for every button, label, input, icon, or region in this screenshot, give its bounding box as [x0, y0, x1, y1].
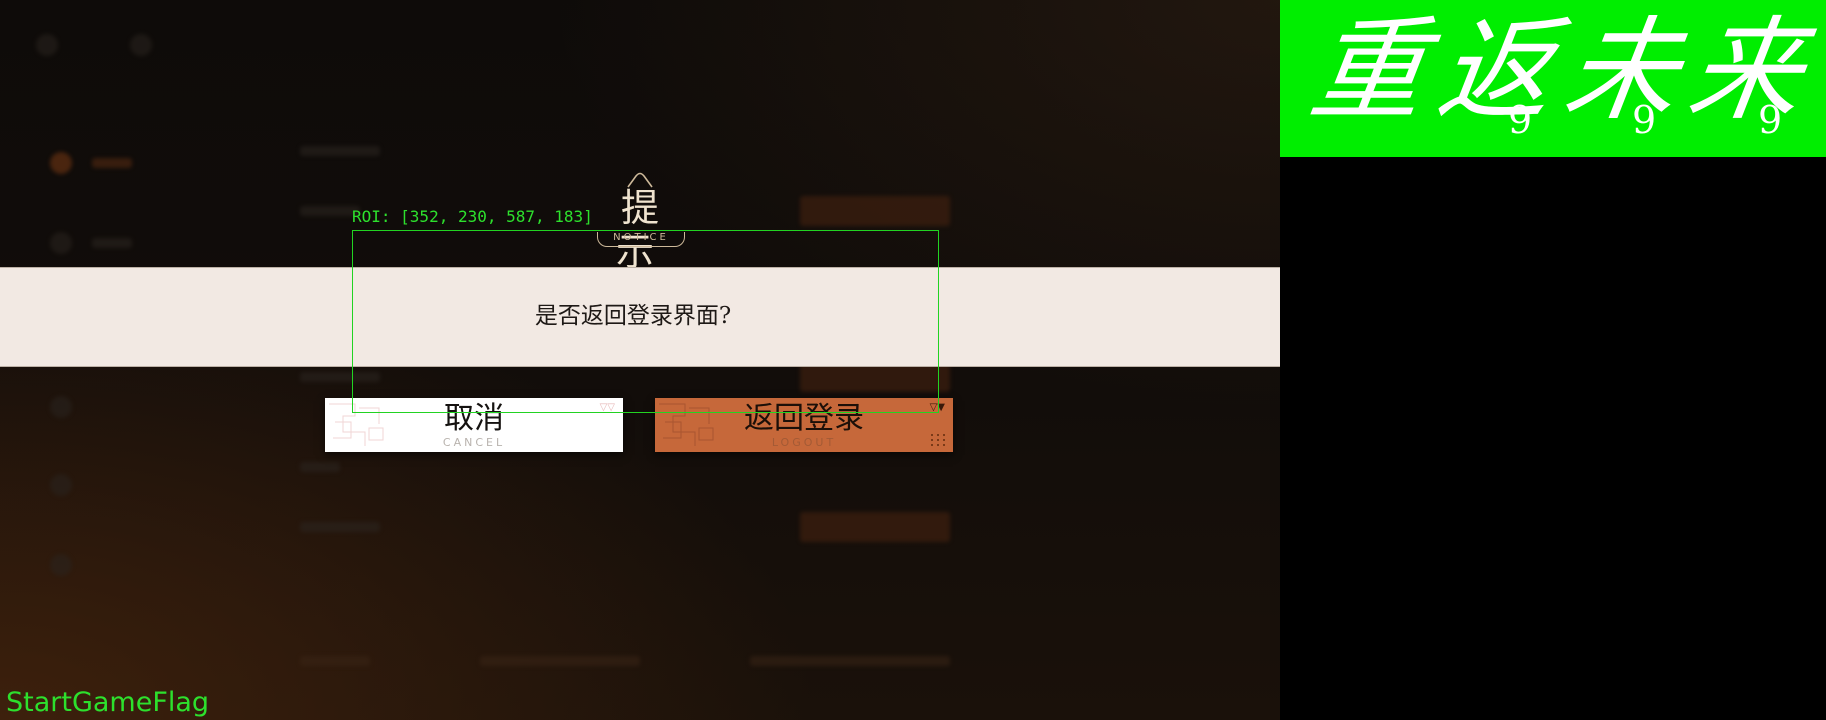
footer-link	[480, 656, 640, 666]
settings-row-button	[800, 196, 950, 226]
sidebar-item-label	[92, 238, 132, 248]
footer-link	[300, 656, 370, 666]
back-icon	[36, 34, 58, 56]
start-game-flag-label: StartGameFlag	[6, 687, 210, 718]
roi-debug-label: ROI: [352, 230, 587, 183]	[352, 207, 593, 226]
logo-glyph: 重	[1302, 6, 1434, 136]
sidebar-item	[50, 232, 72, 254]
sidebar-item	[50, 396, 72, 418]
footer-link	[750, 656, 950, 666]
game-viewport: 提 示 NOTICE 是否返回登录界面? ▽▽ 取消 CANCEL ▽▼ 返回登…	[0, 0, 1280, 720]
settings-row-label	[300, 146, 380, 156]
home-icon	[130, 34, 152, 56]
game-logo-panel: 重 返 9 未 9 来 9	[1280, 0, 1826, 157]
settings-row-label	[300, 206, 360, 216]
logo-mark: 9	[1508, 98, 1533, 142]
cancel-button-sublabel: CANCEL	[442, 436, 506, 449]
logo-glyph: 来	[1680, 6, 1812, 136]
sidebar-item	[50, 474, 72, 496]
roi-debug-box	[352, 230, 939, 413]
sidebar-item-active	[50, 152, 72, 174]
return-to-login-button-sublabel: LOGOUT	[771, 436, 837, 449]
settings-row-label	[300, 462, 340, 472]
settings-row-label	[300, 522, 380, 532]
logo-glyph: 返	[1430, 6, 1562, 136]
sidebar-item-label	[92, 158, 132, 168]
logo-mark: 9	[1758, 98, 1783, 142]
sidebar-item	[50, 554, 72, 576]
settings-row-button	[800, 512, 950, 542]
logo-glyph: 未	[1556, 6, 1688, 136]
logo-mark: 9	[1632, 98, 1657, 142]
